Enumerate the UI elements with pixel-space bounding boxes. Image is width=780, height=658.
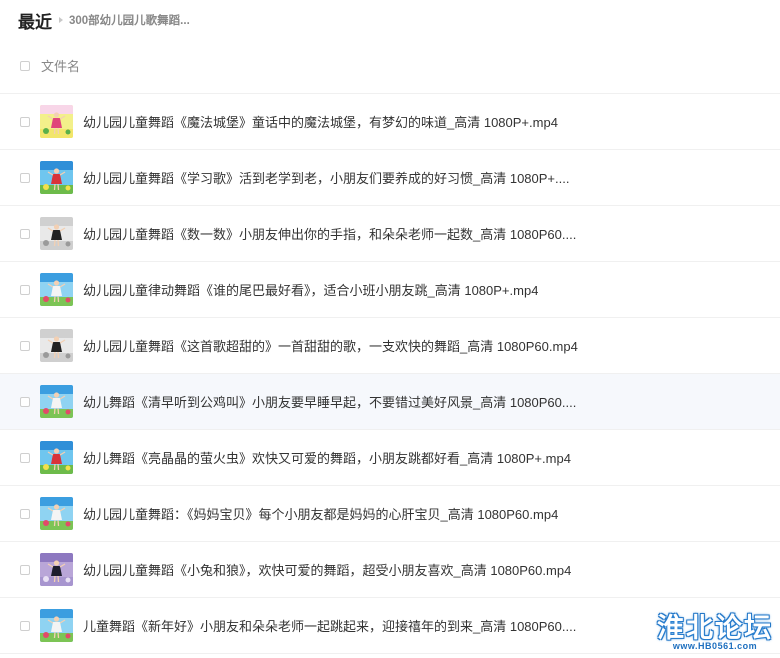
- breadcrumb-root-recent[interactable]: 最近: [18, 8, 52, 33]
- file-name-link[interactable]: 幼儿园儿童舞蹈《数一数》小朋友伸出你的手指，和朵朵老师一起数_高清 1080P6…: [83, 224, 576, 243]
- column-header-filename[interactable]: 文件名: [41, 56, 80, 75]
- video-thumbnail[interactable]: [40, 441, 73, 474]
- file-list-header: 文件名: [0, 38, 780, 94]
- file-row-checkbox[interactable]: [20, 116, 30, 127]
- video-thumbnail[interactable]: [40, 497, 73, 530]
- file-row-checkbox[interactable]: [20, 452, 30, 463]
- breadcrumb-separator-icon: [59, 17, 63, 23]
- file-list: 幼儿园儿童舞蹈《魔法城堡》童话中的魔法城堡，有梦幻的味道_高清 1080P+.m…: [0, 94, 780, 654]
- file-row-checkbox[interactable]: [20, 172, 30, 183]
- video-thumbnail[interactable]: [40, 273, 73, 306]
- file-row-checkbox[interactable]: [20, 508, 30, 519]
- file-name-link[interactable]: 幼儿园儿童律动舞蹈《谁的尾巴最好看》，适合小班小朋友跳_高清 1080P+.mp…: [83, 280, 538, 299]
- video-thumbnail[interactable]: [40, 553, 73, 586]
- file-name-link[interactable]: 幼儿园儿童舞蹈《这首歌超甜的》一首甜甜的歌，一支欢快的舞蹈_高清 1080P60…: [83, 336, 578, 355]
- file-row[interactable]: 幼儿舞蹈《亮晶晶的萤火虫》欢快又可爱的舞蹈，小朋友跳都好看_高清 1080P+.…: [0, 430, 780, 486]
- breadcrumb: 最近 300部幼儿园儿歌舞蹈...: [18, 8, 190, 32]
- file-row-checkbox[interactable]: [20, 396, 30, 407]
- file-row-checkbox[interactable]: [20, 340, 30, 351]
- file-row-checkbox[interactable]: [20, 284, 30, 295]
- watermark-url: www.HB0561.com: [672, 641, 758, 651]
- file-row-checkbox[interactable]: [20, 564, 30, 575]
- video-thumbnail[interactable]: [40, 385, 73, 418]
- video-thumbnail[interactable]: [40, 161, 73, 194]
- file-row[interactable]: 幼儿园儿童舞蹈：《妈妈宝贝》每个小朋友都是妈妈的心肝宝贝_高清 1080P60.…: [0, 486, 780, 542]
- file-name-link[interactable]: 儿童舞蹈《新年好》小朋友和朵朵老师一起跳起来，迎接禧年的到来_高清 1080P6…: [83, 616, 576, 635]
- video-thumbnail[interactable]: [40, 105, 73, 138]
- video-thumbnail[interactable]: [40, 329, 73, 362]
- file-row[interactable]: 幼儿园儿童舞蹈《学习歌》活到老学到老，小朋友们要养成的好习惯_高清 1080P+…: [0, 150, 780, 206]
- file-row[interactable]: 幼儿园儿童律动舞蹈《谁的尾巴最好看》，适合小班小朋友跳_高清 1080P+.mp…: [0, 262, 780, 318]
- file-row-checkbox[interactable]: [20, 228, 30, 239]
- breadcrumb-current-folder[interactable]: 300部幼儿园儿歌舞蹈...: [69, 12, 190, 28]
- file-name-link[interactable]: 幼儿园儿童舞蹈《魔法城堡》童话中的魔法城堡，有梦幻的味道_高清 1080P+.m…: [83, 112, 558, 131]
- watermark-logo: 淮北论坛 www.HB0561.com: [655, 606, 775, 654]
- file-name-link[interactable]: 幼儿园儿童舞蹈：《妈妈宝贝》每个小朋友都是妈妈的心肝宝贝_高清 1080P60.…: [83, 504, 558, 523]
- file-row[interactable]: 幼儿园儿童舞蹈《这首歌超甜的》一首甜甜的歌，一支欢快的舞蹈_高清 1080P60…: [0, 318, 780, 374]
- file-name-link[interactable]: 幼儿园儿童舞蹈《小兔和狼》，欢快可爱的舞蹈，超受小朋友喜欢_高清 1080P60…: [83, 560, 571, 579]
- video-thumbnail[interactable]: [40, 609, 73, 642]
- file-name-link[interactable]: 幼儿园儿童舞蹈《学习歌》活到老学到老，小朋友们要养成的好习惯_高清 1080P+…: [83, 168, 569, 187]
- file-row-checkbox[interactable]: [20, 620, 30, 631]
- file-row[interactable]: 幼儿园儿童舞蹈《小兔和狼》，欢快可爱的舞蹈，超受小朋友喜欢_高清 1080P60…: [0, 542, 780, 598]
- select-all-checkbox[interactable]: [20, 60, 30, 71]
- file-row[interactable]: 幼儿舞蹈《清早听到公鸡叫》小朋友要早睡早起，不要错过美好风景_高清 1080P6…: [0, 374, 780, 430]
- file-row[interactable]: 幼儿园儿童舞蹈《数一数》小朋友伸出你的手指，和朵朵老师一起数_高清 1080P6…: [0, 206, 780, 262]
- watermark-title: 淮北论坛: [657, 613, 773, 643]
- file-name-link[interactable]: 幼儿舞蹈《清早听到公鸡叫》小朋友要早睡早起，不要错过美好风景_高清 1080P6…: [83, 392, 576, 411]
- file-row[interactable]: 幼儿园儿童舞蹈《魔法城堡》童话中的魔法城堡，有梦幻的味道_高清 1080P+.m…: [0, 94, 780, 150]
- video-thumbnail[interactable]: [40, 217, 73, 250]
- file-name-link[interactable]: 幼儿舞蹈《亮晶晶的萤火虫》欢快又可爱的舞蹈，小朋友跳都好看_高清 1080P+.…: [83, 448, 571, 467]
